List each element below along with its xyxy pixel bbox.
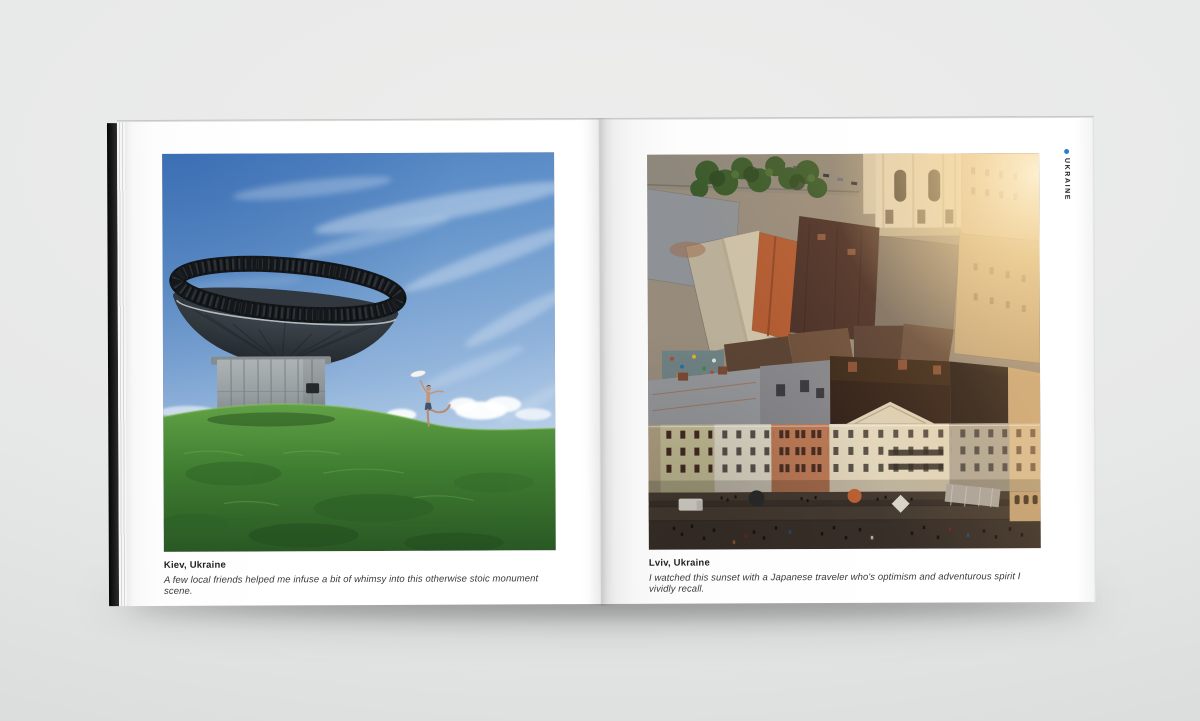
lviv-caption: Lviv, Ukraine I watched this sunset with… bbox=[649, 556, 1049, 595]
kiev-photo-illustration bbox=[162, 152, 556, 552]
chapter-edge-label: UKRAINE bbox=[1063, 148, 1071, 202]
photobook-mockup-scene: Kiev, Ukraine A few local friends helped… bbox=[0, 0, 1200, 721]
left-page: Kiev, Ukraine A few local friends helped… bbox=[124, 120, 602, 607]
kiev-caption-title: Kiev, Ukraine bbox=[163, 559, 227, 571]
right-page: UKRAINE Lviv, Ukraine I watched this sun… bbox=[598, 117, 1097, 605]
edge-label-text: UKRAINE bbox=[1063, 157, 1071, 202]
lviv-photo bbox=[647, 153, 1041, 550]
bullet-dot-icon bbox=[1064, 148, 1070, 154]
lviv-photo-illustration bbox=[647, 153, 1041, 550]
open-photobook-spread: Kiev, Ukraine A few local friends helped… bbox=[106, 115, 1097, 608]
lviv-caption-title: Lviv, Ukraine bbox=[648, 557, 710, 569]
kiev-caption: Kiev, Ukraine A few local friends helped… bbox=[164, 558, 564, 597]
lviv-caption-body: I watched this sunset with a Japanese tr… bbox=[648, 571, 1021, 595]
kiev-photo bbox=[162, 152, 556, 552]
kiev-caption-body: A few local friends helped me infuse a b… bbox=[163, 573, 539, 597]
